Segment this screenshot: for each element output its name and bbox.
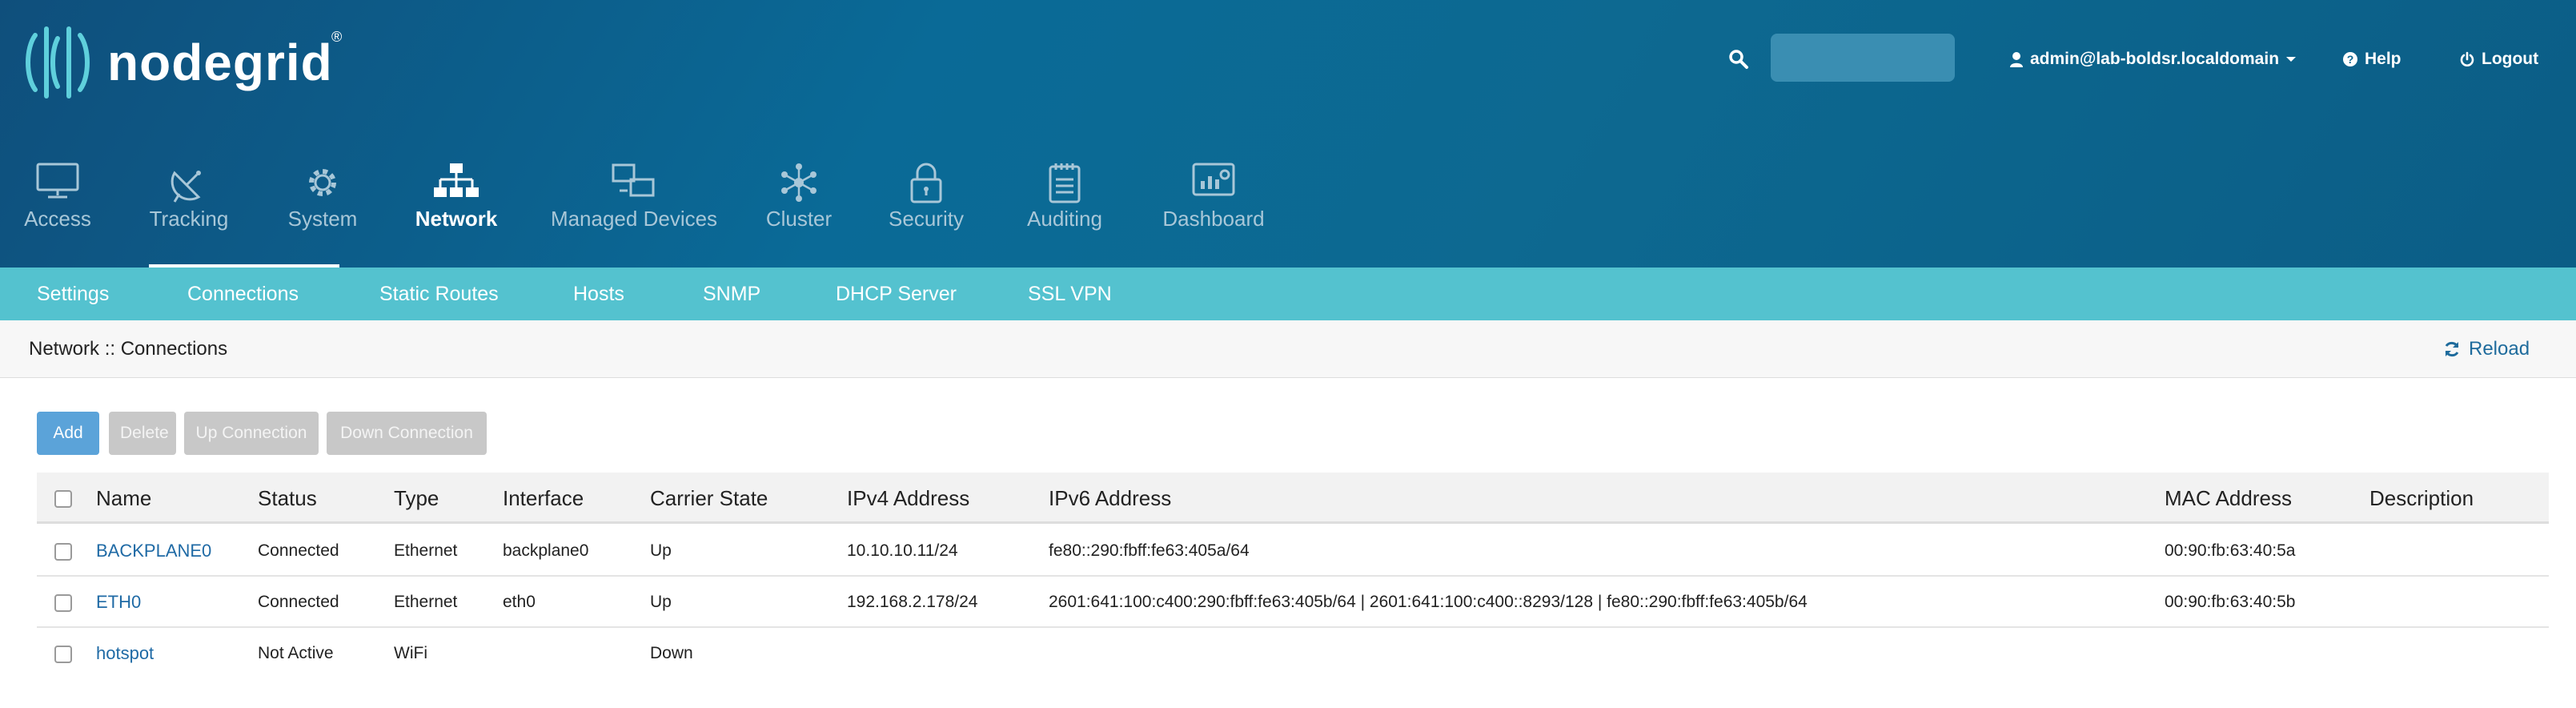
row-checkbox[interactable]	[54, 543, 72, 561]
subnav-settings[interactable]: Settings	[37, 268, 109, 320]
table-row: BACKPLANE0 Connected Ethernet backplane0…	[37, 525, 2549, 577]
column-header-ipv6-address[interactable]: IPv6 Address	[1049, 473, 1171, 524]
status-cell: Not Active	[258, 644, 334, 662]
ipv6-cell: 2601:641:100:c400:290:fbff:fe63:405b/64 …	[1049, 593, 1808, 611]
nodegrid-logo-icon	[26, 26, 90, 99]
help-label: Help	[2365, 50, 2401, 68]
select-all-checkbox[interactable]	[54, 490, 72, 508]
column-header-type[interactable]: Type	[394, 473, 439, 524]
nav-security[interactable]: Security	[884, 149, 969, 268]
status-cell: Connected	[258, 593, 339, 611]
nav-cluster[interactable]: Cluster	[757, 149, 841, 268]
type-cell: Ethernet	[394, 541, 458, 560]
nav-dashboard-label: Dashboard	[1162, 207, 1265, 231]
nav-network[interactable]: Network	[407, 149, 506, 268]
network-tree-icon	[434, 163, 479, 197]
user-menu[interactable]: admin@lab-boldsr.localdomain	[2009, 50, 2297, 69]
caret-down-icon	[2286, 57, 2297, 62]
interface-cell: backplane0	[503, 541, 589, 560]
table-row: ETH0 Connected Ethernet eth0 Up 192.168.…	[37, 577, 2549, 628]
breadcrumb-bar: Network :: Connections Reload	[0, 320, 2576, 378]
nodegrid-logo[interactable]: nodegrid ®	[24, 24, 342, 101]
column-header-carrier-state[interactable]: Carrier State	[650, 473, 768, 524]
power-icon	[2460, 51, 2474, 66]
logout-label: Logout	[2482, 50, 2539, 68]
interface-cell: eth0	[503, 593, 536, 611]
cluster-icon	[781, 163, 817, 202]
nav-dashboard[interactable]: Dashboard	[1159, 149, 1268, 268]
column-header-status[interactable]: Status	[258, 473, 317, 524]
delete-button[interactable]: Delete	[109, 412, 176, 455]
add-button[interactable]: Add	[37, 412, 99, 455]
search-icon[interactable]	[1727, 48, 1750, 70]
row-checkbox[interactable]	[54, 594, 72, 612]
nav-tracking-label: Tracking	[149, 207, 229, 231]
carrier-state-cell: Up	[650, 541, 672, 560]
user-icon	[2010, 52, 2023, 67]
nav-system[interactable]: System	[280, 149, 365, 268]
nav-access-label: Access	[24, 207, 91, 231]
sub-nav: Settings Connections Static Routes Hosts…	[0, 268, 2576, 320]
gear-icon	[309, 169, 336, 196]
nav-network-label: Network	[415, 207, 498, 231]
carrier-state-cell: Up	[650, 593, 672, 611]
svg-text:?: ?	[2347, 53, 2354, 66]
subnav-ssl-vpn[interactable]: SSL VPN	[1028, 268, 1112, 320]
satellite-dish-icon	[171, 171, 201, 203]
refresh-icon	[2445, 341, 2459, 357]
subnav-connections[interactable]: Connections	[187, 268, 299, 320]
nav-system-label: System	[287, 207, 358, 231]
connection-name-link[interactable]: BACKPLANE0	[96, 525, 211, 577]
help-link[interactable]: ? Help	[2342, 50, 2401, 69]
reload-label: Reload	[2469, 338, 2530, 360]
user-name: admin@lab-boldsr.localdomain	[2030, 50, 2280, 68]
breadcrumb: Network :: Connections	[29, 338, 228, 360]
dashboard-icon	[1192, 163, 1235, 196]
brand-name: nodegrid	[107, 34, 333, 91]
down-connection-button[interactable]: Down Connection	[327, 412, 487, 455]
column-header-ipv4-address[interactable]: IPv4 Address	[847, 473, 969, 524]
carrier-state-cell: Down	[650, 644, 693, 662]
nav-auditing[interactable]: Auditing	[1018, 149, 1111, 268]
mac-cell: 00:90:fb:63:40:5b	[2165, 593, 2296, 611]
lock-icon	[910, 163, 942, 203]
type-cell: Ethernet	[394, 593, 458, 611]
subnav-snmp[interactable]: SNMP	[703, 268, 760, 320]
nav-access[interactable]: Access	[18, 149, 98, 268]
nav-managed-devices-label: Managed Devices	[550, 207, 718, 231]
table-header: Name Status Type Interface Carrier State…	[37, 473, 2549, 524]
nav-managed-devices[interactable]: Managed Devices	[548, 149, 720, 268]
nav-cluster-label: Cluster	[765, 207, 833, 231]
column-header-name[interactable]: Name	[96, 473, 151, 524]
notepad-icon	[1049, 163, 1081, 203]
subnav-hosts[interactable]: Hosts	[573, 268, 624, 320]
table-row: hotspot Not Active WiFi Down	[37, 628, 2549, 679]
ipv4-cell: 192.168.2.178/24	[847, 593, 978, 611]
nav-auditing-label: Auditing	[1027, 207, 1102, 231]
mac-cell: 00:90:fb:63:40:5a	[2165, 541, 2296, 560]
status-cell: Connected	[258, 541, 339, 560]
connection-name-link[interactable]: ETH0	[96, 577, 141, 628]
question-circle-icon: ?	[2343, 52, 2357, 66]
subnav-static-routes[interactable]: Static Routes	[379, 268, 499, 320]
devices-icon	[612, 163, 655, 197]
connection-name-link[interactable]: hotspot	[96, 628, 154, 679]
type-cell: WiFi	[394, 644, 427, 662]
subnav-dhcp-server[interactable]: DHCP Server	[836, 268, 957, 320]
monitor-icon	[36, 163, 79, 199]
column-header-description[interactable]: Description	[2369, 473, 2474, 524]
column-header-interface[interactable]: Interface	[503, 473, 584, 524]
row-checkbox[interactable]	[54, 646, 72, 663]
up-connection-button[interactable]: Up Connection	[184, 412, 319, 455]
nav-tracking[interactable]: Tracking	[141, 149, 237, 268]
logout-link[interactable]: Logout	[2459, 50, 2538, 69]
column-header-mac-address[interactable]: MAC Address	[2165, 473, 2292, 524]
ipv4-cell: 10.10.10.11/24	[847, 541, 958, 560]
registered-mark: ®	[331, 29, 343, 45]
top-header: nodegrid ® admin@lab-boldsr.localdomain …	[0, 0, 2576, 268]
nav-security-label: Security	[889, 207, 964, 231]
reload-button[interactable]: Reload	[2443, 338, 2530, 360]
search-input[interactable]	[1771, 34, 1955, 82]
ipv6-cell: fe80::290:fbff:fe63:405a/64	[1049, 541, 1250, 560]
